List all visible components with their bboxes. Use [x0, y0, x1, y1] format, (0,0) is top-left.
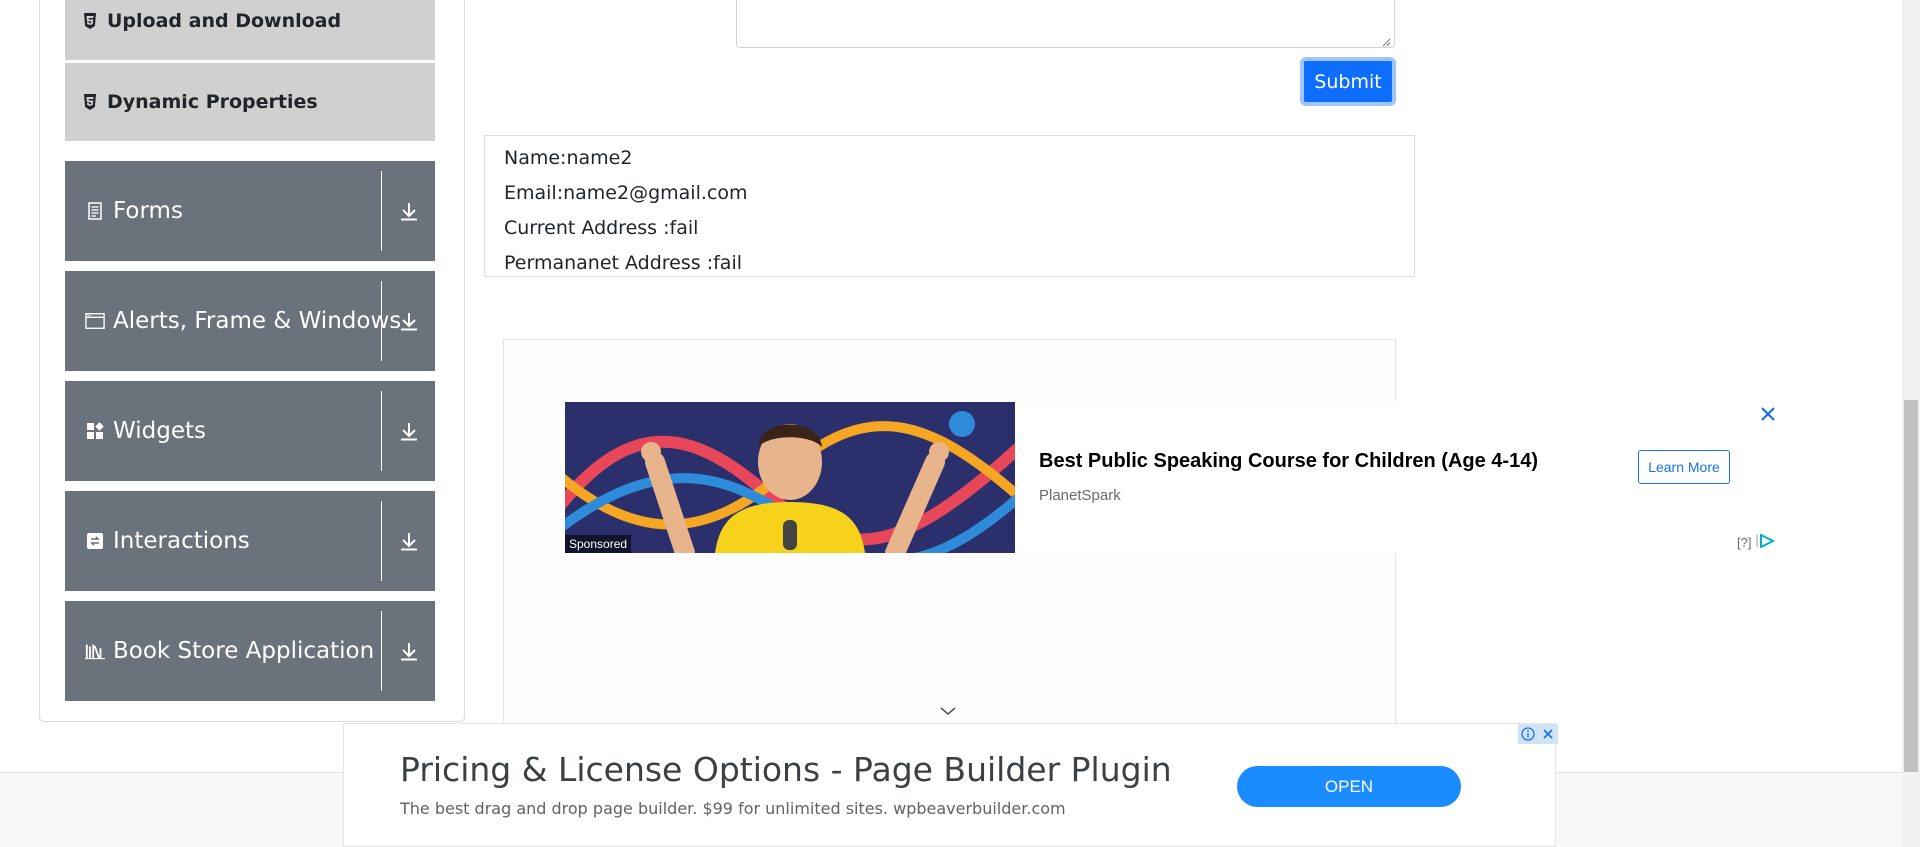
ad-choices-icon [1755, 533, 1776, 551]
sidebar-group-interactions[interactable]: Interactions [65, 491, 435, 591]
ad-choices[interactable]: [?] [1737, 533, 1776, 551]
download-arrow-icon[interactable] [397, 639, 421, 663]
bottom-banner-ad[interactable]: Pricing & License Options - Page Builder… [343, 723, 1558, 847]
learn-more-button[interactable]: Learn More [1638, 450, 1730, 484]
chevron-down-icon[interactable] [938, 704, 958, 718]
download-arrow-icon[interactable] [397, 199, 421, 223]
html5-icon [83, 13, 97, 29]
download-arrow-icon[interactable] [397, 419, 421, 443]
books-icon [85, 641, 105, 661]
ad-image[interactable]: Sponsored [565, 402, 1015, 553]
close-icon[interactable] [1757, 403, 1779, 425]
scrollbar-thumb[interactable] [1904, 400, 1918, 772]
bottom-ad-description: The best drag and drop page builder. $99… [400, 799, 1066, 818]
open-button[interactable]: OPEN [1237, 766, 1461, 807]
document-icon [85, 201, 105, 221]
sidebar-group-book-store[interactable]: Book Store Application [65, 601, 435, 701]
close-icon[interactable] [1538, 724, 1558, 744]
widgets-icon [85, 421, 105, 441]
sidebar-item-upload-download[interactable]: Upload and Download [65, 0, 435, 60]
output-email: Email:name2@gmail.com [504, 182, 748, 204]
divider [381, 611, 382, 691]
sidebar-group-forms[interactable]: Forms [65, 161, 435, 261]
divider [381, 501, 382, 581]
output-panel: Name:name2 Email:name2@gmail.com Current… [484, 135, 1415, 277]
html5-icon [83, 94, 97, 110]
download-arrow-icon[interactable] [397, 529, 421, 553]
group-label: Alerts, Frame & Windows [113, 308, 402, 334]
sidebar-group-widgets[interactable]: Widgets [65, 381, 435, 481]
submit-button[interactable]: Submit [1300, 57, 1396, 106]
sponsored-label: Sponsored [565, 535, 632, 553]
group-label: Widgets [113, 418, 206, 444]
output-current-address: Current Address :fail [504, 217, 699, 239]
divider [381, 391, 382, 471]
info-icon[interactable] [1518, 724, 1538, 744]
output-name: Name:name2 [504, 147, 633, 169]
ad-choices-label: [?] [1737, 535, 1752, 550]
divider [381, 171, 382, 251]
window-icon [85, 311, 105, 331]
sidebar-item-dynamic-properties[interactable]: Dynamic Properties [65, 63, 435, 141]
bottom-ad-title[interactable]: Pricing & License Options - Page Builder… [400, 750, 1172, 789]
group-label: Forms [113, 198, 183, 224]
download-arrow-icon[interactable] [397, 309, 421, 333]
interactions-icon [85, 531, 105, 551]
ad-title[interactable]: Best Public Speaking Course for Children… [1039, 450, 1538, 473]
permanent-address-textarea[interactable] [736, 0, 1395, 48]
ad-brand: PlanetSpark [1039, 487, 1121, 504]
sidebar-item-label: Upload and Download [107, 10, 342, 32]
group-label: Interactions [113, 528, 250, 554]
output-permanent-address: Permananet Address :fail [504, 252, 743, 274]
divider [381, 281, 382, 361]
sidebar-group-alerts[interactable]: Alerts, Frame & Windows [65, 271, 435, 371]
group-label: Book Store Application [113, 638, 375, 664]
resize-grip-icon[interactable] [1381, 34, 1391, 47]
sidebar-item-label: Dynamic Properties [107, 91, 318, 113]
